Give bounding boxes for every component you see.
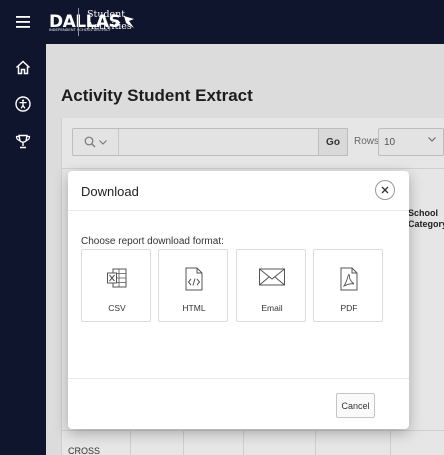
search-input[interactable] bbox=[72, 128, 326, 156]
nav-accessibility[interactable] bbox=[0, 87, 46, 121]
rows-select[interactable]: 10 bbox=[378, 128, 444, 156]
page-title: Activity Student Extract bbox=[61, 86, 253, 105]
trophy-icon bbox=[15, 134, 31, 148]
pdf-file-icon bbox=[340, 267, 358, 291]
table-cell: CROSS bbox=[68, 446, 101, 455]
chevron-down-icon bbox=[428, 137, 436, 142]
format-label: HTML bbox=[182, 303, 206, 313]
csv-file-icon bbox=[107, 268, 127, 288]
rows-label: Rows bbox=[354, 136, 380, 147]
app-name-line2: Activities bbox=[87, 21, 132, 32]
grid-divider bbox=[183, 430, 184, 455]
menu-button[interactable] bbox=[0, 0, 46, 44]
cancel-button[interactable]: Cancel bbox=[336, 393, 375, 418]
app-header: DALLAS INDEPENDENT SCHOOL DISTRICT Stude… bbox=[0, 0, 444, 44]
nav-home[interactable] bbox=[0, 50, 46, 84]
grid-divider bbox=[130, 430, 131, 455]
format-label: PDF bbox=[340, 303, 358, 313]
column-header-line2: Category bbox=[408, 219, 444, 229]
menu-icon bbox=[16, 16, 30, 28]
header-divider bbox=[78, 8, 79, 36]
html-file-icon bbox=[185, 267, 203, 291]
download-prompt: Choose report download format: bbox=[81, 236, 224, 247]
app-name-line1: Student bbox=[87, 9, 126, 20]
close-button[interactable] bbox=[375, 180, 395, 200]
nav-trophy[interactable] bbox=[0, 124, 46, 158]
search-icon bbox=[84, 136, 96, 148]
grid-divider bbox=[390, 430, 391, 455]
format-csv-button[interactable]: CSV bbox=[81, 249, 151, 322]
format-label: Email bbox=[261, 303, 283, 313]
email-icon bbox=[259, 268, 285, 286]
column-header-school-category[interactable]: School Category bbox=[408, 208, 444, 230]
dialog-footer: Cancel bbox=[68, 378, 409, 429]
grid-divider bbox=[61, 430, 444, 431]
close-icon bbox=[381, 186, 389, 194]
rows-value: 10 bbox=[384, 137, 396, 148]
chevron-down-icon bbox=[99, 139, 107, 145]
app-name[interactable]: Student Activities bbox=[87, 9, 132, 33]
dialog-title: Download bbox=[81, 184, 139, 199]
report-toolbar: Go Rows 10 bbox=[72, 128, 444, 156]
grid-divider bbox=[315, 430, 316, 455]
column-header-line1: School bbox=[408, 208, 439, 218]
accessibility-icon bbox=[15, 96, 31, 112]
search-column-button[interactable] bbox=[73, 129, 119, 155]
dialog-header: Download bbox=[68, 171, 409, 211]
go-button[interactable]: Go bbox=[318, 128, 348, 156]
grid-divider bbox=[61, 168, 444, 169]
home-icon bbox=[15, 59, 31, 74]
format-html-button[interactable]: HTML bbox=[158, 249, 228, 322]
format-label: CSV bbox=[108, 303, 126, 313]
format-pdf-button[interactable]: PDF bbox=[313, 249, 383, 322]
format-email-button[interactable]: Email bbox=[236, 249, 306, 322]
side-navigation bbox=[0, 44, 46, 455]
grid-divider bbox=[243, 430, 244, 455]
download-dialog: Download Choose report download format: … bbox=[68, 171, 409, 429]
